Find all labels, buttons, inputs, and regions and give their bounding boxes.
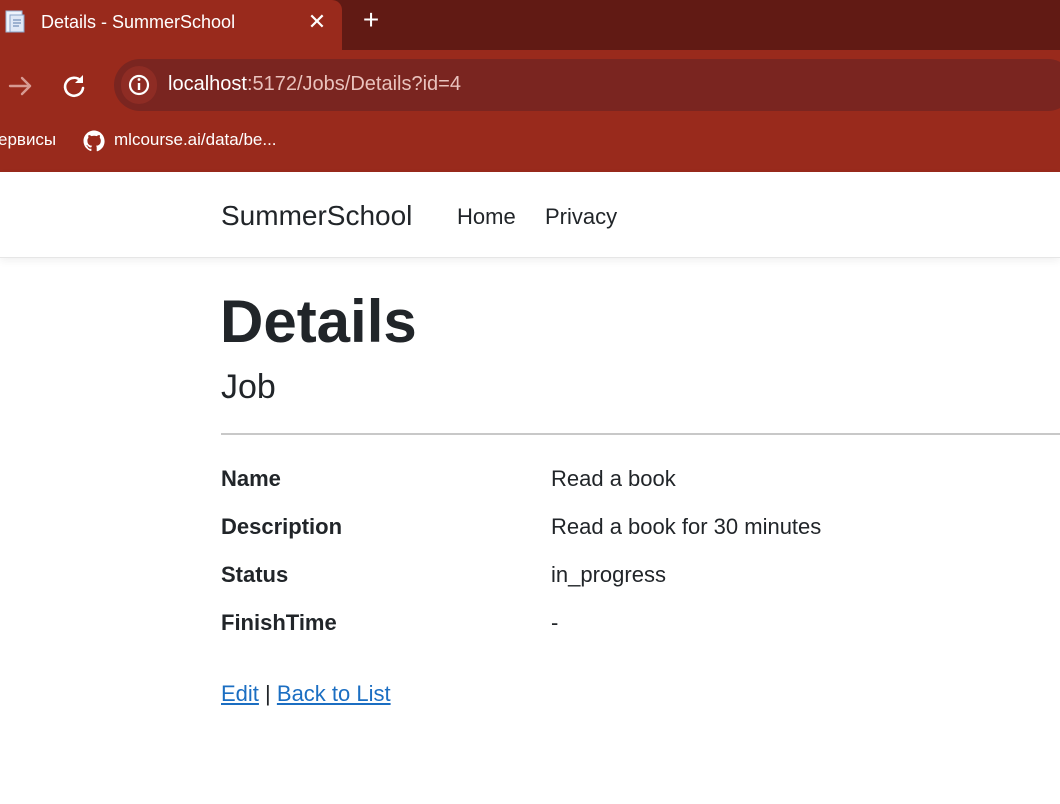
- info-icon: [128, 74, 150, 96]
- bookmark-mlcourse[interactable]: mlcourse.ai/data/be...: [114, 130, 277, 150]
- field-label: Status: [221, 562, 289, 587]
- divider: [221, 433, 1060, 435]
- page-title: Details: [220, 288, 417, 355]
- field-row-finish-time: FinishTime -: [0, 610, 1060, 640]
- field-value: Read a book: [551, 466, 676, 491]
- reload-icon[interactable]: [58, 70, 90, 102]
- nav-home-link[interactable]: Home: [457, 204, 516, 230]
- field-value: in_progress: [551, 562, 666, 587]
- browser-chrome: Details - SummerSchool ✕ + localhost:517…: [0, 0, 1060, 172]
- field-row-status: Status in_progress: [0, 562, 1060, 592]
- url-host: localhost: [168, 73, 247, 95]
- tab-title: Details - SummerSchool: [41, 12, 236, 32]
- url-text: localhost:5172/Jobs/Details?id=4: [168, 73, 461, 96]
- new-tab-button[interactable]: +: [356, 6, 386, 36]
- field-row-name: Name Read a book: [0, 466, 1060, 496]
- entity-heading: Job: [221, 368, 276, 406]
- bookmarks-bar: ервисы mlcourse.ai/data/be...: [0, 120, 1060, 164]
- site-info-button[interactable]: [121, 66, 157, 104]
- url-path: :5172/Jobs/Details?id=4: [246, 73, 461, 95]
- actions-row: Edit | Back to List: [221, 681, 391, 707]
- site-navbar: SummerSchool Home Privacy: [0, 172, 1060, 258]
- active-tab[interactable]: Details - SummerSchool ✕: [0, 0, 342, 50]
- separator: |: [265, 681, 271, 706]
- page-content: SummerSchool Home Privacy Details Job Na…: [0, 172, 1060, 804]
- field-value: -: [551, 610, 559, 635]
- address-bar[interactable]: localhost:5172/Jobs/Details?id=4: [114, 59, 1060, 111]
- field-label: Name: [221, 466, 281, 491]
- field-label: Description: [221, 514, 343, 539]
- github-icon: [83, 130, 105, 152]
- bookmark-services[interactable]: ервисы: [0, 130, 56, 150]
- field-row-description: Description Read a book for 30 minutes: [0, 514, 1060, 544]
- field-label: FinishTime: [221, 610, 337, 635]
- forward-arrow-icon[interactable]: [4, 70, 36, 102]
- nav-privacy-link[interactable]: Privacy: [545, 204, 617, 230]
- brand-link[interactable]: SummerSchool: [221, 200, 412, 232]
- back-to-list-link[interactable]: Back to List: [277, 681, 391, 706]
- edit-link[interactable]: Edit: [221, 681, 259, 706]
- tab-strip: Details - SummerSchool ✕ +: [0, 0, 1060, 50]
- close-tab-icon[interactable]: ✕: [302, 8, 332, 38]
- field-value: Read a book for 30 minutes: [551, 514, 822, 539]
- document-favicon-icon: [5, 10, 25, 33]
